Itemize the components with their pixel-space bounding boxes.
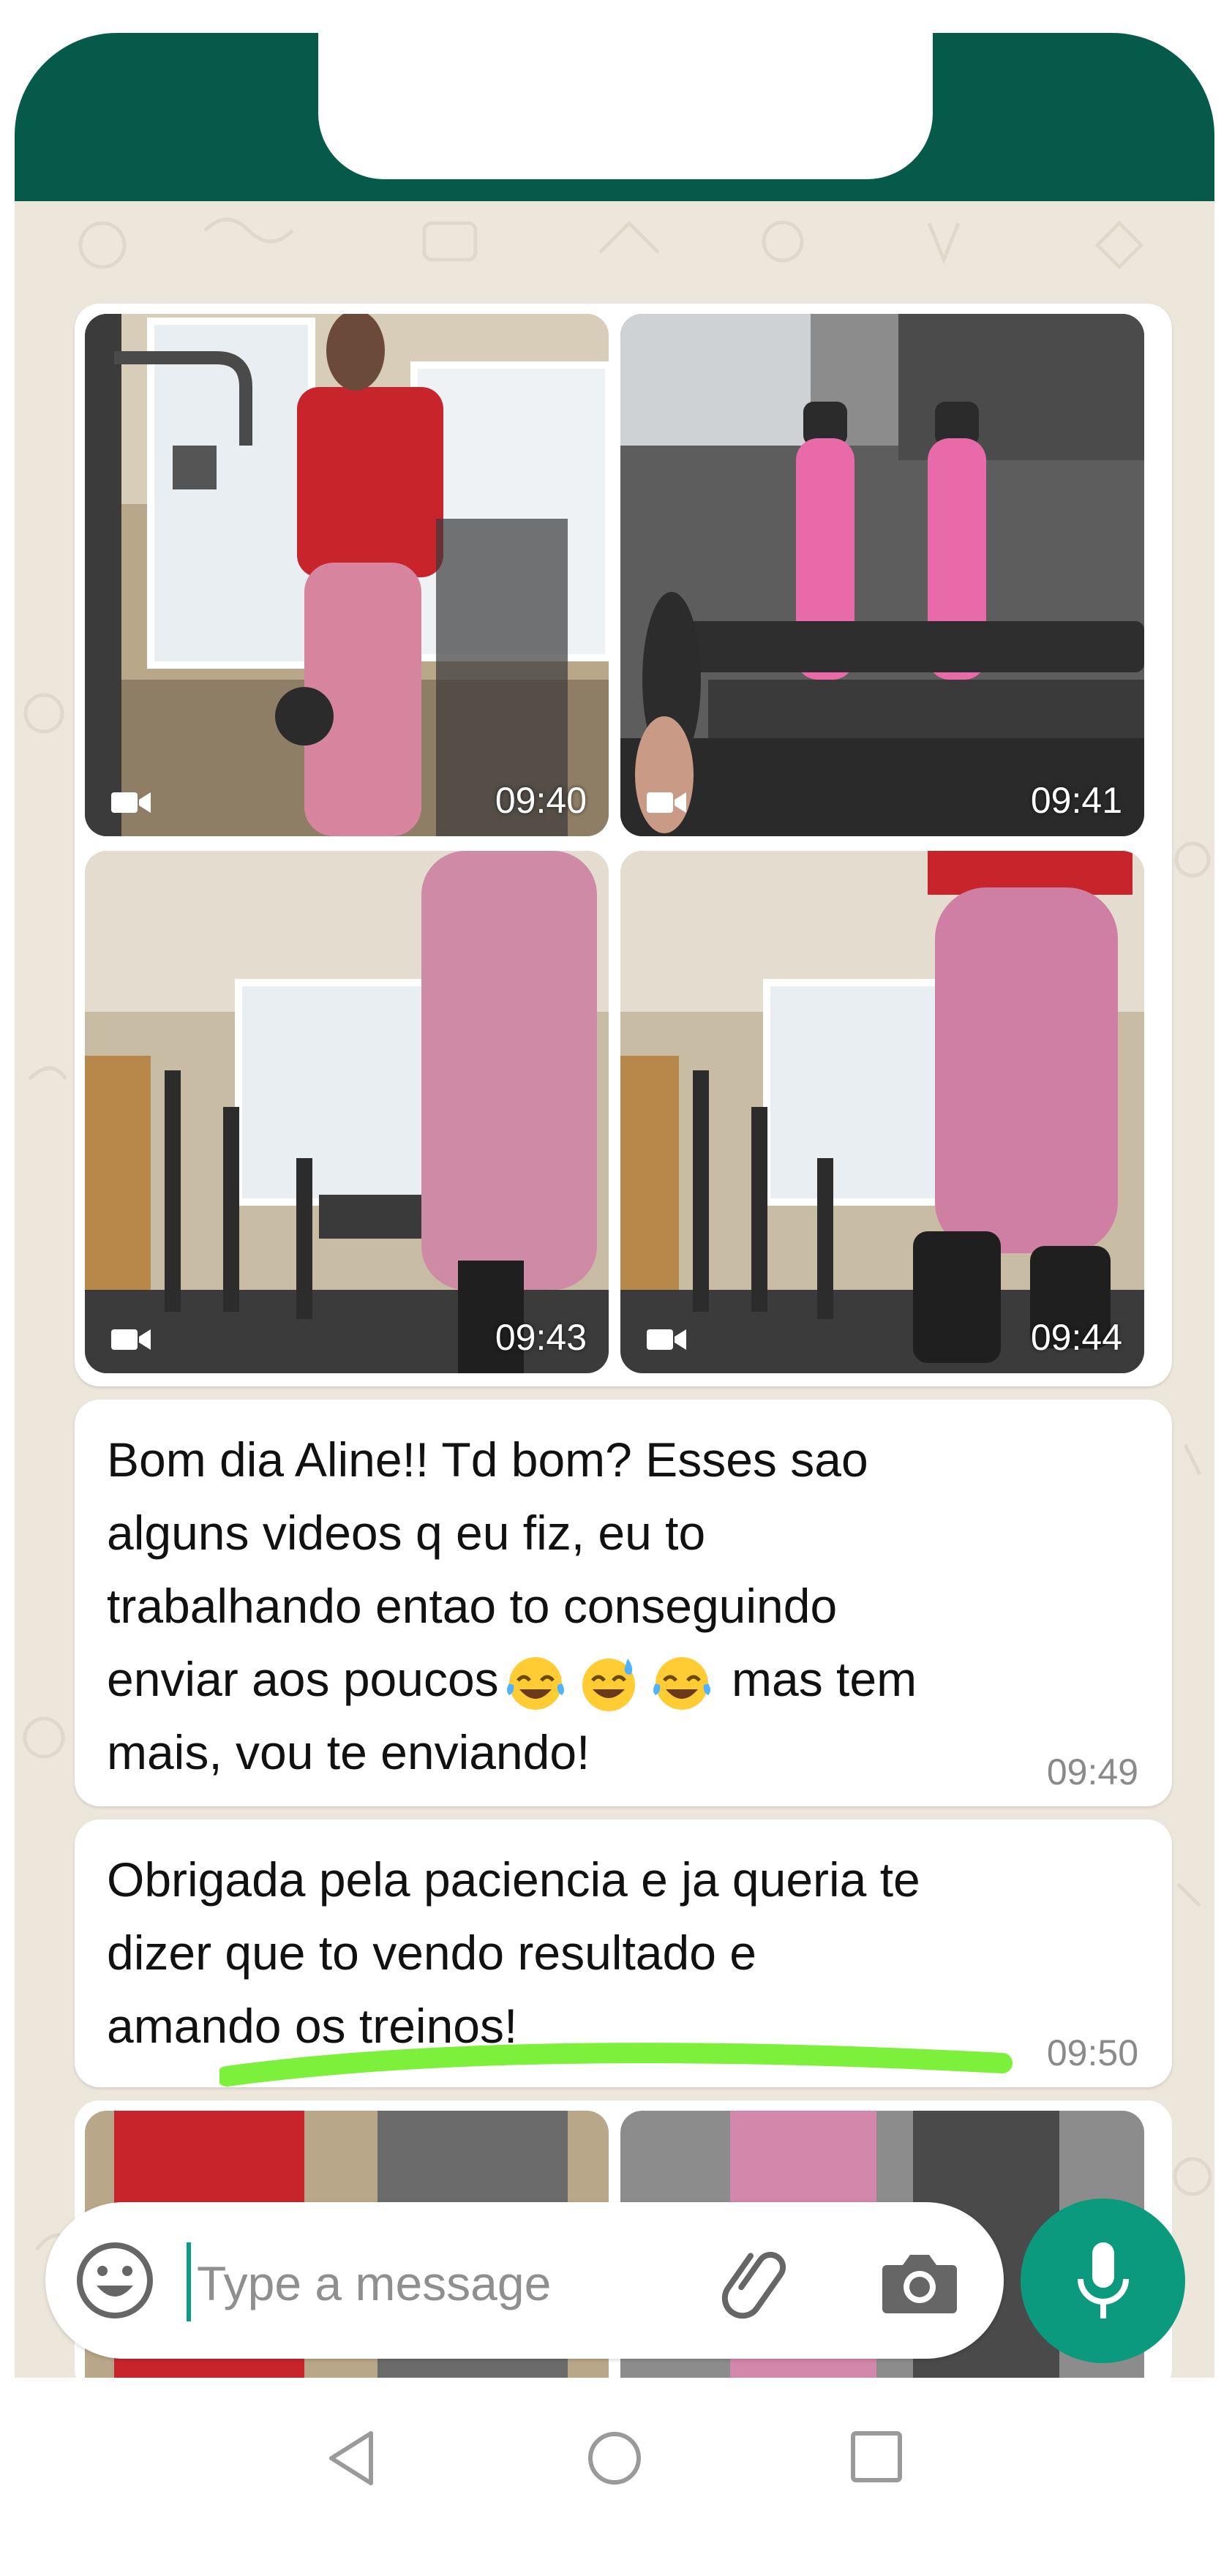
video-preview-image (620, 851, 1144, 1373)
video-thumbnail[interactable]: 09:41 (620, 314, 1144, 836)
recent-apps-icon[interactable] (849, 2429, 904, 2485)
video-thumbnail[interactable]: 09:40 (85, 314, 609, 836)
message-input[interactable] (195, 2239, 608, 2328)
video-timestamp: 09:44 (1030, 1317, 1122, 1358)
message-text: Bom dia Aline!! Td bom? Esses sao alguns… (107, 1432, 917, 1779)
camera-notch (318, 26, 933, 179)
video-timestamp: 09:41 (1030, 780, 1122, 821)
app-header (15, 26, 1214, 201)
system-navigation-bar (0, 2378, 1232, 2576)
message-timestamp: 09:50 (1046, 2032, 1138, 2073)
video-thumbnail[interactable]: 09:43 (85, 851, 609, 1373)
microphone-icon (1078, 2242, 1129, 2318)
message-timestamp: 09:49 (1046, 1751, 1138, 1792)
camera-icon[interactable] (879, 2246, 960, 2316)
video-camera-icon (647, 792, 686, 813)
message-composer (45, 2202, 1004, 2359)
sweat-smile-emoji (582, 1658, 635, 1711)
emoji-icon[interactable] (75, 2240, 155, 2321)
video-thumbnail[interactable]: 09:44 (620, 851, 1144, 1373)
video-camera-icon (111, 1329, 151, 1350)
video-preview-image (85, 851, 609, 1373)
paperclip-icon[interactable] (718, 2240, 799, 2321)
text-cursor (187, 2242, 191, 2321)
chat-area[interactable]: 09:40 09:41 09:43 09:44 Bom dia Aline!! … (15, 201, 1214, 2378)
video-camera-icon (647, 1329, 686, 1350)
tears-of-joy-emoji (506, 1656, 564, 1710)
tears-of-joy-emoji (653, 1656, 710, 1710)
green-highlight-stroke (219, 2043, 1013, 2087)
video-preview-image (85, 314, 609, 836)
voice-message-button[interactable] (1021, 2198, 1185, 2363)
message-text: Obrigada pela paciencia e ja queria te d… (107, 1852, 920, 2053)
video-camera-icon (111, 792, 151, 813)
text-message[interactable]: Bom dia Aline!! Td bom? Esses sao alguns… (75, 1400, 1172, 1806)
video-timestamp: 09:43 (495, 1317, 587, 1358)
video-timestamp: 09:40 (495, 780, 587, 821)
home-icon[interactable] (585, 2429, 644, 2487)
video-grid-message: 09:40 09:41 09:43 09:44 (75, 304, 1172, 1386)
back-icon[interactable] (326, 2429, 377, 2487)
video-preview-image (620, 314, 1144, 836)
